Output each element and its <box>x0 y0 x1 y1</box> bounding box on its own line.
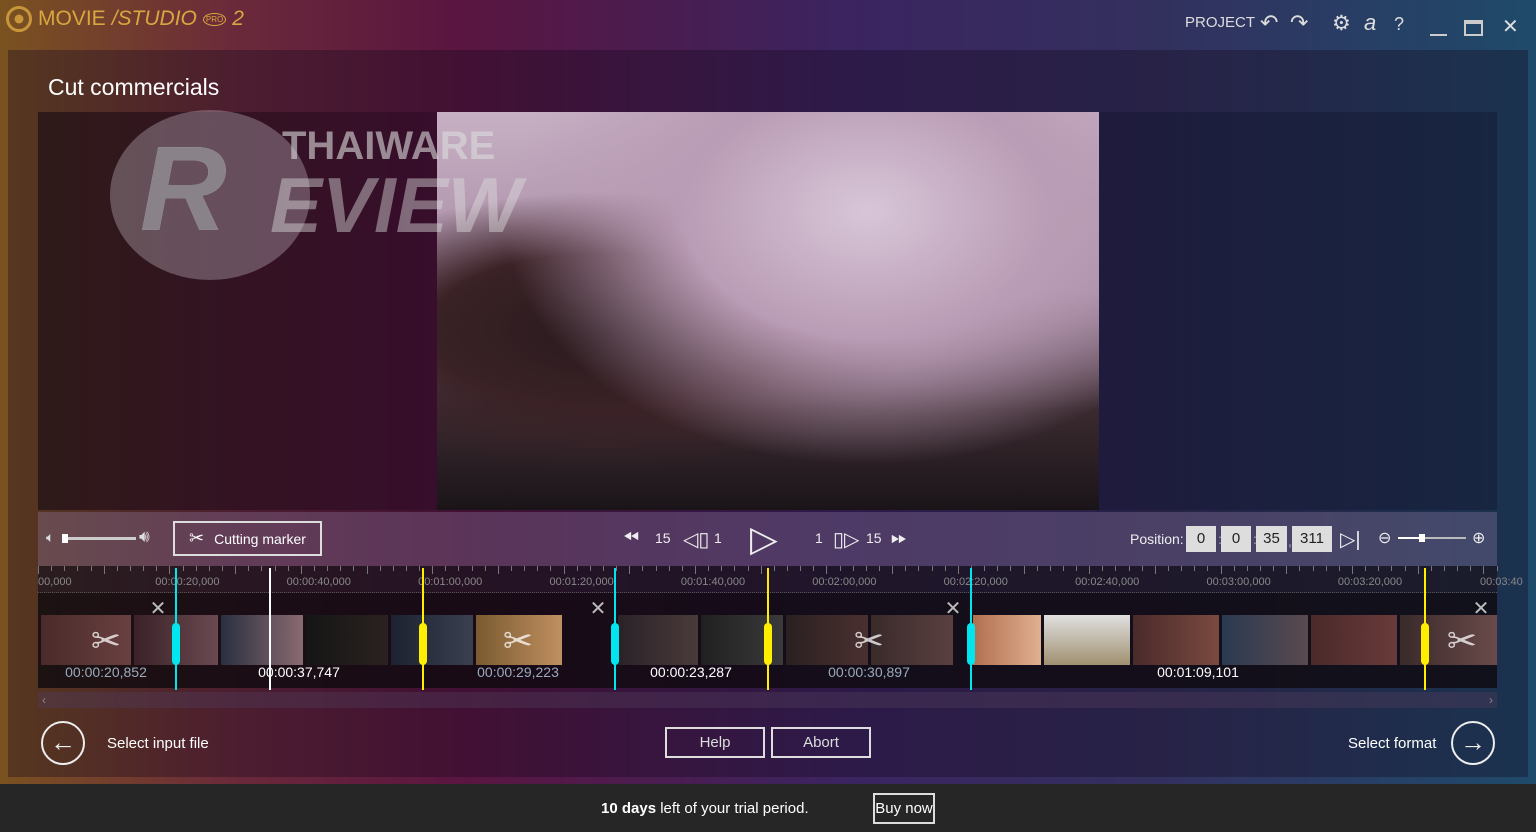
volume-low-icon: 🔈︎ <box>46 529 55 545</box>
playhead[interactable] <box>269 568 271 690</box>
go-to-end-icon[interactable]: ▷| <box>1340 527 1361 552</box>
page-title: Cut commercials <box>48 74 220 100</box>
cut-marker-handle[interactable] <box>172 623 180 665</box>
scissors-plus-icon: ✂ <box>189 528 205 548</box>
step-back-icon[interactable]: ◁▯ <box>683 527 709 552</box>
rewind-15-label: 15 <box>655 530 671 546</box>
rewind-15-icon[interactable]: ⏪︎ <box>623 527 639 550</box>
minimize-icon[interactable] <box>1430 34 1447 36</box>
project-menu[interactable]: PROJECT <box>1185 14 1255 31</box>
ruler-tick-label: 00:03:20,000 <box>1337 576 1403 588</box>
position-label: Position: <box>1130 531 1184 547</box>
trial-message: 10 days left of your trial period. <box>601 800 809 817</box>
cut-marker-handle[interactable] <box>1421 623 1429 665</box>
volume-slider[interactable] <box>62 534 136 543</box>
gear-icon[interactable]: ⚙ <box>1332 11 1351 36</box>
zoom-in-icon[interactable]: ⊕ <box>1472 528 1485 548</box>
segment-duration: 00:00:20,852 <box>65 664 147 680</box>
ruler-tick-label: 00:01:40,000 <box>680 576 746 588</box>
maximize-icon[interactable] <box>1464 20 1483 36</box>
timeline-scrollbar[interactable]: ‹ › <box>38 692 1497 708</box>
cut-segment-scissors-icon: ✂ <box>502 620 534 661</box>
next-label[interactable]: Select format <box>1348 735 1436 752</box>
position-seconds-input[interactable]: 35 <box>1256 526 1287 552</box>
remove-segment-icon[interactable]: ✕ <box>945 596 962 621</box>
close-icon[interactable]: ✕ <box>1502 14 1519 39</box>
cutting-marker-label: Cutting marker <box>214 530 306 547</box>
cut-segment-scissors-icon: ✂ <box>1446 620 1478 661</box>
cut-segment-scissors-icon: ✂ <box>90 620 122 661</box>
step-forward-icon[interactable]: ▯▷ <box>833 527 859 552</box>
position-hours-input[interactable]: 0 <box>1186 526 1216 552</box>
segment-duration: 00:00:29,223 <box>477 664 559 680</box>
ruler-tick-label: 00:02:20,000 <box>943 576 1008 588</box>
help-icon[interactable]: ? <box>1394 14 1404 35</box>
abort-button[interactable]: Abort <box>771 727 871 758</box>
zoom-slider-thumb[interactable] <box>1419 534 1425 542</box>
forward-15-icon[interactable]: ⏩︎ <box>891 527 907 550</box>
ruler-tick-label: 00:00:40,000 <box>286 576 351 588</box>
ruler-tick-label: 00:03:40 <box>1479 576 1523 588</box>
remove-segment-icon[interactable]: ✕ <box>150 596 167 621</box>
segment-duration: 00:00:30,897 <box>828 664 910 680</box>
back-label[interactable]: Select input file <box>107 735 209 752</box>
forward-15-label: 15 <box>866 530 882 546</box>
app-logo: MOVIE/STUDIO PRO 2 <box>6 6 244 32</box>
next-button[interactable]: → <box>1451 721 1495 765</box>
ruler-tick-label: 00:01:20,000 <box>549 576 614 588</box>
ruler-tick-label: 00:03:00,000 <box>1206 576 1271 588</box>
cut-marker-handle[interactable] <box>611 623 619 665</box>
trial-text: left of your trial period. <box>656 800 809 817</box>
buy-now-button[interactable]: Buy now <box>873 793 935 824</box>
account-icon[interactable]: a <box>1364 10 1376 36</box>
ruler-tick-label: 00:00:20,000 <box>155 576 220 588</box>
segment-duration: 00:00:23,287 <box>650 664 732 680</box>
ruler-tick-label: 00:02:40,000 <box>1075 576 1140 588</box>
step-forward-label: 1 <box>815 530 823 546</box>
position-ms-input[interactable]: 311 <box>1292 526 1332 552</box>
ruler-tick-label: 00:01:00,000 <box>418 576 483 588</box>
remove-segment-icon[interactable]: ✕ <box>590 596 607 621</box>
watermark-logo: R THAIWARE EVIEW <box>110 110 590 310</box>
zoom-out-icon[interactable]: ⊖ <box>1378 528 1391 548</box>
cut-marker-handle[interactable] <box>967 623 975 665</box>
undo-icon[interactable]: ↶ <box>1260 10 1278 36</box>
ruler-tick-label: 00,000 <box>38 576 72 588</box>
play-button[interactable]: ▷ <box>750 518 778 560</box>
position-minutes-input[interactable]: 0 <box>1221 526 1251 552</box>
segment-duration: 00:01:09,101 <box>1157 664 1239 680</box>
cut-segment-scissors-icon: ✂ <box>853 620 885 661</box>
film-reel-icon <box>6 6 32 32</box>
trial-days: 10 days <box>601 800 657 817</box>
cut-marker-handle[interactable] <box>419 623 427 665</box>
cut-marker-handle[interactable] <box>764 623 772 665</box>
redo-icon[interactable]: ↷ <box>1290 10 1308 36</box>
remove-segment-icon[interactable]: ✕ <box>1473 596 1490 621</box>
ruler-tick-label: 00:02:00,000 <box>812 576 877 588</box>
volume-slider-thumb[interactable] <box>62 534 68 543</box>
step-back-label: 1 <box>714 530 722 546</box>
back-button[interactable]: ← <box>41 721 85 765</box>
volume-high-icon: 🔊︎ <box>139 527 150 546</box>
zoom-slider[interactable] <box>1398 534 1466 542</box>
cutting-marker-button[interactable]: ✂ Cutting marker <box>173 521 322 556</box>
help-button[interactable]: Help <box>665 727 765 758</box>
